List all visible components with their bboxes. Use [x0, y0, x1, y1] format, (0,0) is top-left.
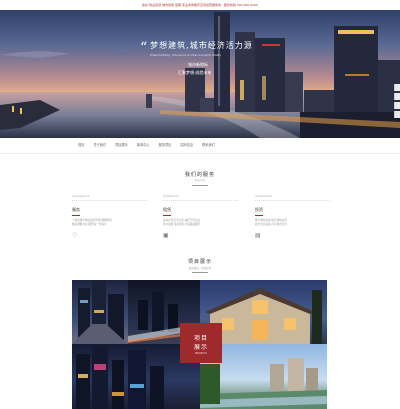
- quote-mark: “: [140, 40, 149, 56]
- service-card-title: 服务: [72, 207, 80, 212]
- heart-icon: ♡: [72, 232, 78, 239]
- nav-item-projects[interactable]: 项目展示: [115, 138, 128, 153]
- side-floating-toolbar: [394, 84, 400, 120]
- services-title: 我们的服务: [184, 172, 215, 178]
- nav-item-news[interactable]: 新闻中心: [137, 138, 150, 153]
- project-photo-street: [72, 280, 128, 344]
- image-icon: ▣: [163, 232, 169, 239]
- projects-title: 项目展示: [187, 259, 212, 265]
- service-card-description: 整合城市资源,提升建筑价值 助力企业发展,共享城市活力: [255, 219, 287, 226]
- service-card-3[interactable]: development 投资 整合城市资源,提升建筑价值 助力企业发展,共享城市…: [255, 195, 330, 245]
- projects-subtitle: 城市建筑 · 经典案例: [188, 267, 212, 270]
- service-card-title: 租赁: [163, 207, 171, 212]
- service-card-en-label: professional: [163, 195, 238, 201]
- side-tool-message[interactable]: [394, 93, 400, 100]
- project-image-street[interactable]: [72, 280, 128, 344]
- nav-item-services[interactable]: 服务项目: [159, 138, 172, 153]
- projects-title-divider: [192, 272, 208, 273]
- hero-banner: “梦想建筑,城市经济活力源 Dream building · the sourc…: [0, 10, 400, 138]
- projects-badge-line2: 展示: [193, 344, 208, 351]
- projects-badge-line1: 项目: [193, 335, 208, 342]
- service-card-1[interactable]: management 服务 一站式楼宇物业运营管理,细致周到 精益求精,用心服务…: [72, 195, 147, 245]
- nav-item-about[interactable]: 关于我们: [93, 138, 106, 153]
- hero-caption-2: 汇聚梦想,成就未来: [178, 70, 212, 75]
- service-card-description: 一站式楼宇物业运营管理,细致周到 精益求精,用心服务每一位客户: [72, 219, 112, 226]
- service-card-description: 多种户型灵活分割,满足不同企业 办公需求,专业团队全程跟进服务: [163, 219, 201, 226]
- service-card-en-label: management: [72, 195, 147, 201]
- nav-item-investment[interactable]: 招商信息: [180, 138, 193, 153]
- service-card-title: 投资: [255, 207, 263, 212]
- nav-item-home[interactable]: 首页: [78, 138, 84, 153]
- side-tool-qq[interactable]: [394, 102, 400, 109]
- side-tool-back-to-top[interactable]: [394, 111, 400, 118]
- services-subtitle: Services: [194, 179, 206, 182]
- service-card-accent-bar: [255, 215, 263, 216]
- services-title-divider: [192, 185, 208, 186]
- projects-badge[interactable]: 项目 展示 PROJECTS: [180, 323, 222, 363]
- chart-icon: ▤: [255, 232, 261, 239]
- projects-badge-en: PROJECTS: [195, 352, 207, 355]
- service-card-2[interactable]: professional 租赁 多种户型灵活分割,满足不同企业 办公需求,专业团…: [163, 195, 238, 245]
- side-tool-phone[interactable]: [394, 84, 400, 91]
- nav-item-contact[interactable]: 联系我们: [202, 138, 215, 153]
- hero-subline: Dream building · the source of urban eco…: [150, 54, 221, 57]
- top-notice-text: 您好!欢迎来到 城市建筑 官网,专业商务楼宇空间运营服务商 · 服务热线 400…: [141, 3, 259, 7]
- service-card-en-label: development: [255, 195, 330, 201]
- hero-caption-1: 城市新地标: [188, 62, 208, 67]
- main-navigation: 首页 关于我们 项目展示 新闻中心 服务项目 招商信息 联系我们: [0, 138, 400, 154]
- service-card-accent-bar: [72, 215, 80, 216]
- service-card-accent-bar: [163, 215, 171, 216]
- top-notice-bar: 您好!欢迎来到 城市建筑 官网,专业商务楼宇空间运营服务商 · 服务热线 400…: [0, 0, 400, 10]
- hero-headline-text: 梦想建筑,城市经济活力源: [150, 41, 253, 50]
